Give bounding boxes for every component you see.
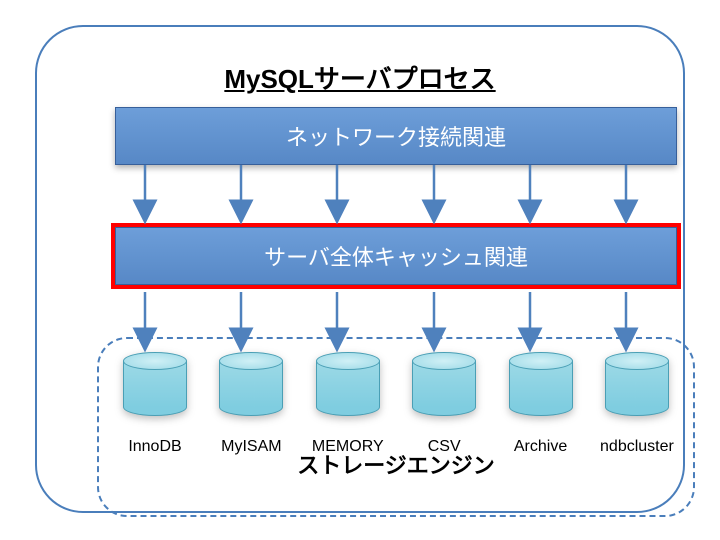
storage-engine-label: MEMORY [312,438,384,456]
storage-engine-row: InnoDB MyISAM MEMORY CSV Archive ndbclus… [115,352,677,456]
storage-engine-label: CSV [428,438,461,456]
storage-engine-label: ndbcluster [600,438,674,456]
storage-engine-label: InnoDB [128,438,181,456]
database-icon [219,352,283,416]
database-icon [316,352,380,416]
cache-layer-label: サーバ全体キャッシュ関連 [264,240,528,272]
storage-engine-item: Archive [501,352,581,456]
database-icon [123,352,187,416]
network-layer-box: ネットワーク接続関連 [115,107,677,165]
database-icon [509,352,573,416]
storage-engine-item: ndbcluster [597,352,677,456]
server-process-container: MySQLサーバプロセス ネットワーク接続関連 サーバ全体キャッシュ関連 ストレ… [35,25,685,513]
storage-engine-item: MyISAM [211,352,291,456]
cache-layer-highlight: サーバ全体キャッシュ関連 [111,223,681,289]
storage-engine-item: CSV [404,352,484,456]
storage-engine-item: InnoDB [115,352,195,456]
network-layer-label: ネットワーク接続関連 [286,120,506,152]
storage-engine-label: Archive [514,438,567,456]
storage-engine-item: MEMORY [308,352,388,456]
storage-engine-label: MyISAM [221,438,281,456]
cache-layer-box: サーバ全体キャッシュ関連 [115,227,677,285]
database-icon [605,352,669,416]
diagram-title: MySQLサーバプロセス [37,59,683,96]
database-icon [412,352,476,416]
